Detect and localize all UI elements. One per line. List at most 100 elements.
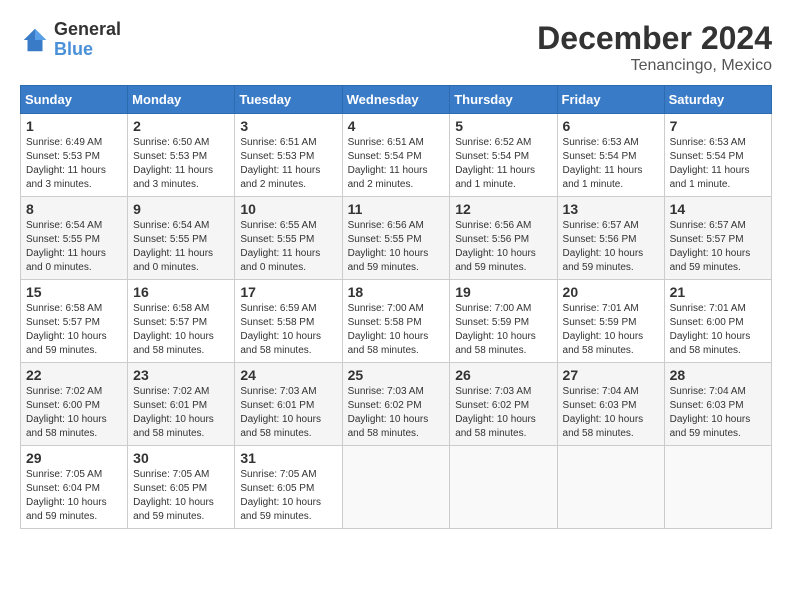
day-number: 18 bbox=[348, 284, 445, 300]
day-number: 24 bbox=[240, 367, 336, 383]
day-detail: Sunrise: 6:57 AMSunset: 5:57 PMDaylight:… bbox=[670, 219, 766, 275]
calendar-cell: 2 Sunrise: 6:50 AMSunset: 5:53 PMDaylight… bbox=[128, 114, 235, 197]
calendar-cell: 4 Sunrise: 6:51 AMSunset: 5:54 PMDaylight… bbox=[342, 114, 450, 197]
day-number: 2 bbox=[133, 118, 229, 134]
title-block: December 2024 Tenancingo, Mexico bbox=[537, 20, 772, 75]
day-header-friday: Friday bbox=[557, 86, 664, 114]
calendar-cell bbox=[450, 446, 557, 529]
day-number: 10 bbox=[240, 201, 336, 217]
day-number: 9 bbox=[133, 201, 229, 217]
calendar-cell: 8 Sunrise: 6:54 AMSunset: 5:55 PMDaylight… bbox=[21, 197, 128, 280]
logo-text: General Blue bbox=[54, 20, 121, 60]
day-number: 11 bbox=[348, 201, 445, 217]
day-detail: Sunrise: 7:03 AMSunset: 6:02 PMDaylight:… bbox=[348, 385, 445, 441]
calendar-cell: 14 Sunrise: 6:57 AMSunset: 5:57 PMDayligh… bbox=[664, 197, 771, 280]
calendar-header-row: SundayMondayTuesdayWednesdayThursdayFrid… bbox=[21, 86, 772, 114]
day-detail: Sunrise: 6:56 AMSunset: 5:56 PMDaylight:… bbox=[455, 219, 551, 275]
calendar-cell: 23 Sunrise: 7:02 AMSunset: 6:01 PMDayligh… bbox=[128, 363, 235, 446]
day-number: 13 bbox=[563, 201, 659, 217]
calendar-cell: 26 Sunrise: 7:03 AMSunset: 6:02 PMDayligh… bbox=[450, 363, 557, 446]
calendar-cell: 19 Sunrise: 7:00 AMSunset: 5:59 PMDayligh… bbox=[450, 280, 557, 363]
logo-line2: Blue bbox=[54, 40, 121, 60]
day-detail: Sunrise: 6:59 AMSunset: 5:58 PMDaylight:… bbox=[240, 302, 336, 358]
calendar-cell bbox=[557, 446, 664, 529]
logo: General Blue bbox=[20, 20, 121, 60]
calendar-cell bbox=[664, 446, 771, 529]
calendar-title: December 2024 bbox=[537, 20, 772, 57]
day-header-thursday: Thursday bbox=[450, 86, 557, 114]
day-detail: Sunrise: 7:05 AMSunset: 6:05 PMDaylight:… bbox=[240, 468, 336, 524]
calendar-cell: 21Sunrise: 7:01 AMSunset: 6:00 PMDayligh… bbox=[664, 280, 771, 363]
day-header-sunday: Sunday bbox=[21, 86, 128, 114]
calendar-cell: 20 Sunrise: 7:01 AMSunset: 5:59 PMDayligh… bbox=[557, 280, 664, 363]
calendar-cell: 15 Sunrise: 6:58 AMSunset: 5:57 PMDayligh… bbox=[21, 280, 128, 363]
day-number: 26 bbox=[455, 367, 551, 383]
calendar-cell: 1Sunrise: 6:49 AMSunset: 5:53 PMDaylight… bbox=[21, 114, 128, 197]
day-detail: Sunrise: 6:58 AMSunset: 5:57 PMDaylight:… bbox=[26, 302, 122, 358]
calendar-cell: 16 Sunrise: 6:58 AMSunset: 5:57 PMDayligh… bbox=[128, 280, 235, 363]
day-number: 31 bbox=[240, 450, 336, 466]
day-detail: Sunrise: 6:51 AMSunset: 5:54 PMDaylight:… bbox=[348, 136, 445, 192]
day-detail: Sunrise: 6:58 AMSunset: 5:57 PMDaylight:… bbox=[133, 302, 229, 358]
calendar-week-4: 22Sunrise: 7:02 AMSunset: 6:00 PMDayligh… bbox=[21, 363, 772, 446]
logo-line1: General bbox=[54, 20, 121, 40]
day-number: 5 bbox=[455, 118, 551, 134]
day-detail: Sunrise: 6:55 AMSunset: 5:55 PMDaylight:… bbox=[240, 219, 336, 275]
calendar-cell: 10 Sunrise: 6:55 AMSunset: 5:55 PMDayligh… bbox=[235, 197, 342, 280]
calendar-cell: 9 Sunrise: 6:54 AMSunset: 5:55 PMDaylight… bbox=[128, 197, 235, 280]
calendar-cell: 13Sunrise: 6:57 AMSunset: 5:56 PMDayligh… bbox=[557, 197, 664, 280]
day-detail: Sunrise: 7:00 AMSunset: 5:59 PMDaylight:… bbox=[455, 302, 551, 358]
day-number: 22 bbox=[26, 367, 122, 383]
calendar-cell: 30 Sunrise: 7:05 AMSunset: 6:05 PMDayligh… bbox=[128, 446, 235, 529]
calendar-cell: 24 Sunrise: 7:03 AMSunset: 6:01 PMDayligh… bbox=[235, 363, 342, 446]
calendar-cell: 17 Sunrise: 6:59 AMSunset: 5:58 PMDayligh… bbox=[235, 280, 342, 363]
day-number: 15 bbox=[26, 284, 122, 300]
calendar-cell: 27 Sunrise: 7:04 AMSunset: 6:03 PMDayligh… bbox=[557, 363, 664, 446]
day-detail: Sunrise: 7:03 AMSunset: 6:02 PMDaylight:… bbox=[455, 385, 551, 441]
day-number: 20 bbox=[563, 284, 659, 300]
page-header: General Blue December 2024 Tenancingo, M… bbox=[20, 20, 772, 75]
day-number: 19 bbox=[455, 284, 551, 300]
day-number: 25 bbox=[348, 367, 445, 383]
day-detail: Sunrise: 7:04 AMSunset: 6:03 PMDaylight:… bbox=[670, 385, 766, 441]
day-detail: Sunrise: 6:49 AMSunset: 5:53 PMDaylight:… bbox=[26, 136, 122, 192]
day-detail: Sunrise: 7:05 AMSunset: 6:05 PMDaylight:… bbox=[133, 468, 229, 524]
calendar-cell bbox=[342, 446, 450, 529]
day-detail: Sunrise: 6:54 AMSunset: 5:55 PMDaylight:… bbox=[26, 219, 122, 275]
calendar-cell: 7Sunrise: 6:53 AMSunset: 5:54 PMDaylight… bbox=[664, 114, 771, 197]
calendar-cell: 6Sunrise: 6:53 AMSunset: 5:54 PMDaylight… bbox=[557, 114, 664, 197]
day-number: 4 bbox=[348, 118, 445, 134]
calendar-cell: 5Sunrise: 6:52 AMSunset: 5:54 PMDaylight… bbox=[450, 114, 557, 197]
day-header-monday: Monday bbox=[128, 86, 235, 114]
day-detail: Sunrise: 7:01 AMSunset: 6:00 PMDaylight:… bbox=[670, 302, 766, 358]
day-detail: Sunrise: 6:53 AMSunset: 5:54 PMDaylight:… bbox=[563, 136, 659, 192]
day-number: 17 bbox=[240, 284, 336, 300]
calendar-week-5: 29Sunrise: 7:05 AMSunset: 6:04 PMDayligh… bbox=[21, 446, 772, 529]
day-detail: Sunrise: 7:01 AMSunset: 5:59 PMDaylight:… bbox=[563, 302, 659, 358]
day-number: 16 bbox=[133, 284, 229, 300]
calendar-cell: 11 Sunrise: 6:56 AMSunset: 5:55 PMDayligh… bbox=[342, 197, 450, 280]
day-number: 28 bbox=[670, 367, 766, 383]
calendar-cell: 29Sunrise: 7:05 AMSunset: 6:04 PMDayligh… bbox=[21, 446, 128, 529]
calendar-cell: 18Sunrise: 7:00 AMSunset: 5:58 PMDayligh… bbox=[342, 280, 450, 363]
day-detail: Sunrise: 7:02 AMSunset: 6:01 PMDaylight:… bbox=[133, 385, 229, 441]
day-detail: Sunrise: 6:56 AMSunset: 5:55 PMDaylight:… bbox=[348, 219, 445, 275]
calendar-week-1: 1Sunrise: 6:49 AMSunset: 5:53 PMDaylight… bbox=[21, 114, 772, 197]
day-header-saturday: Saturday bbox=[664, 86, 771, 114]
day-number: 14 bbox=[670, 201, 766, 217]
calendar-cell: 31 Sunrise: 7:05 AMSunset: 6:05 PMDayligh… bbox=[235, 446, 342, 529]
day-detail: Sunrise: 7:04 AMSunset: 6:03 PMDaylight:… bbox=[563, 385, 659, 441]
day-detail: Sunrise: 6:53 AMSunset: 5:54 PMDaylight:… bbox=[670, 136, 766, 192]
logo-icon bbox=[20, 25, 50, 55]
day-number: 12 bbox=[455, 201, 551, 217]
day-header-wednesday: Wednesday bbox=[342, 86, 450, 114]
day-detail: Sunrise: 7:03 AMSunset: 6:01 PMDaylight:… bbox=[240, 385, 336, 441]
calendar-cell: 22Sunrise: 7:02 AMSunset: 6:00 PMDayligh… bbox=[21, 363, 128, 446]
day-number: 23 bbox=[133, 367, 229, 383]
day-number: 30 bbox=[133, 450, 229, 466]
day-detail: Sunrise: 6:50 AMSunset: 5:53 PMDaylight:… bbox=[133, 136, 229, 192]
day-number: 8 bbox=[26, 201, 122, 217]
day-number: 27 bbox=[563, 367, 659, 383]
calendar-cell: 3Sunrise: 6:51 AMSunset: 5:53 PMDaylight… bbox=[235, 114, 342, 197]
day-detail: Sunrise: 6:54 AMSunset: 5:55 PMDaylight:… bbox=[133, 219, 229, 275]
